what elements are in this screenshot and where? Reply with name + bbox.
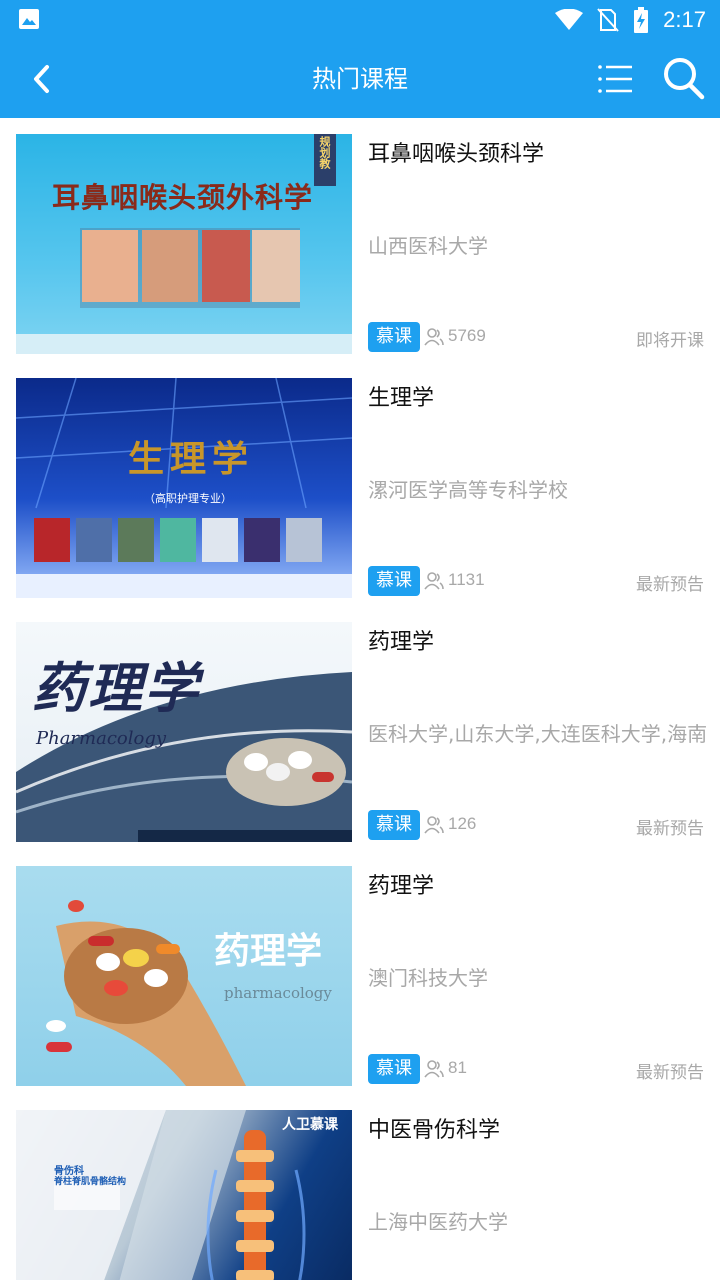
course-info: 耳鼻咽喉头颈科学 山西医科大学 慕课 5769 即将开课 [368, 134, 708, 354]
thumbnail-badge: 规划教 [318, 136, 331, 169]
thumbnail-subtitle: Pharmacology [36, 728, 167, 749]
thumbnail-art [46, 900, 246, 1086]
mooc-tag: 慕课 [368, 566, 420, 596]
course-school: 上海中医药大学 [368, 1210, 508, 1234]
course-thumbnail: 人卫慕课 骨伤科 脊柱脊肌骨骼结构 [16, 1110, 352, 1280]
people-icon [424, 1060, 444, 1078]
search-icon[interactable] [660, 54, 708, 102]
course-item[interactable]: 生理学 （高职护理专业） 生理学 漯河医学高等专科学校 慕课 1131 最新预告 [0, 362, 720, 606]
course-info: 药理学 澳门科技大学 慕课 81 最新预告 [368, 866, 708, 1086]
thumbnail-small-subtitle: 脊柱脊肌骨骼结构 [54, 1177, 127, 1187]
course-item[interactable]: 耳鼻咽喉头颈外科学 规划教 耳鼻咽喉头颈科学 山西医科大学 慕课 5769 即将… [0, 118, 720, 362]
battery-charging-icon [634, 7, 649, 33]
course-meta: 慕课 5769 即将开课 [368, 322, 708, 354]
thumbnail-art [16, 1110, 306, 1280]
course-title: 药理学 [368, 630, 435, 655]
course-title: 中医骨伤科学 [368, 1118, 501, 1143]
course-info: 药理学 医科大学,山东大学,大连医科大学,海南 慕课 126 最新预告 [368, 622, 708, 842]
course-thumbnail: 药理学 Pharmacology [16, 622, 352, 842]
course-item[interactable]: 人卫慕课 骨伤科 脊柱脊肌骨骼结构 中医骨伤科学 上海中医药大学 [0, 1094, 720, 1280]
no-sim-icon [597, 8, 619, 32]
wifi-icon [555, 9, 584, 30]
thumbnail-subtitle: pharmacology [224, 984, 332, 1002]
thumbnail-art [16, 378, 352, 598]
people-icon [424, 572, 444, 590]
thumbnail-title: 药理学 [214, 930, 323, 972]
course-status: 最新预告 [636, 819, 704, 839]
course-info: 生理学 漯河医学高等专科学校 慕课 1131 最新预告 [368, 378, 708, 598]
thumbnail-title: 生理学 [128, 438, 255, 480]
course-meta: 慕课 81 最新预告 [368, 1054, 708, 1086]
course-item[interactable]: 药理学 Pharmacology 药理学 医科大学,山东大学,大连医科大学,海南… [0, 606, 720, 850]
list-menu-icon[interactable] [592, 57, 636, 101]
mooc-tag: 慕课 [368, 810, 420, 840]
course-title: 耳鼻咽喉头颈科学 [368, 142, 545, 167]
course-status: 即将开课 [636, 331, 704, 351]
course-status: 最新预告 [636, 575, 704, 595]
mooc-tag: 慕课 [368, 1054, 420, 1084]
course-title: 生理学 [368, 386, 435, 411]
people-icon [424, 328, 444, 346]
thumbnail-title: 耳鼻咽喉头颈外科学 [52, 181, 314, 214]
course-title: 药理学 [368, 874, 435, 899]
mooc-tag: 慕课 [368, 322, 420, 352]
enrollment-count: 5769 [448, 326, 486, 345]
status-time: 2:17 [663, 7, 706, 32]
people-icon [424, 816, 444, 834]
image-notification-icon [19, 9, 39, 29]
course-meta: 慕课 126 最新预告 [368, 810, 708, 842]
course-school: 漯河医学高等专科学校 [368, 478, 568, 502]
enrollment-count: 1131 [448, 570, 485, 589]
course-thumbnail: 生理学 （高职护理专业） [16, 378, 352, 598]
thumbnail-logo: 人卫慕课 [282, 1117, 338, 1133]
course-meta: 慕课 1131 最新预告 [368, 566, 708, 598]
app-header: 热门课程 [0, 40, 720, 118]
status-bar: 2:17 [0, 0, 720, 40]
enrollment-count: 126 [448, 814, 477, 833]
course-thumbnail: 药理学 pharmacology [16, 866, 352, 1086]
course-school: 澳门科技大学 [368, 966, 488, 990]
course-school: 医科大学,山东大学,大连医科大学,海南 [368, 722, 708, 746]
course-item[interactable]: 药理学 pharmacology 药理学 澳门科技大学 慕课 81 最新预告 [0, 850, 720, 1094]
thumbnail-title: 药理学 [32, 656, 200, 720]
course-school: 山西医科大学 [368, 234, 488, 258]
course-info: 中医骨伤科学 上海中医药大学 [368, 1110, 708, 1280]
thumbnail-subtitle: （高职护理专业） [144, 492, 232, 505]
thumbnail-art [16, 134, 352, 354]
course-thumbnail: 耳鼻咽喉头颈外科学 规划教 [16, 134, 352, 354]
course-status: 最新预告 [636, 1063, 704, 1083]
enrollment-count: 81 [448, 1058, 467, 1077]
